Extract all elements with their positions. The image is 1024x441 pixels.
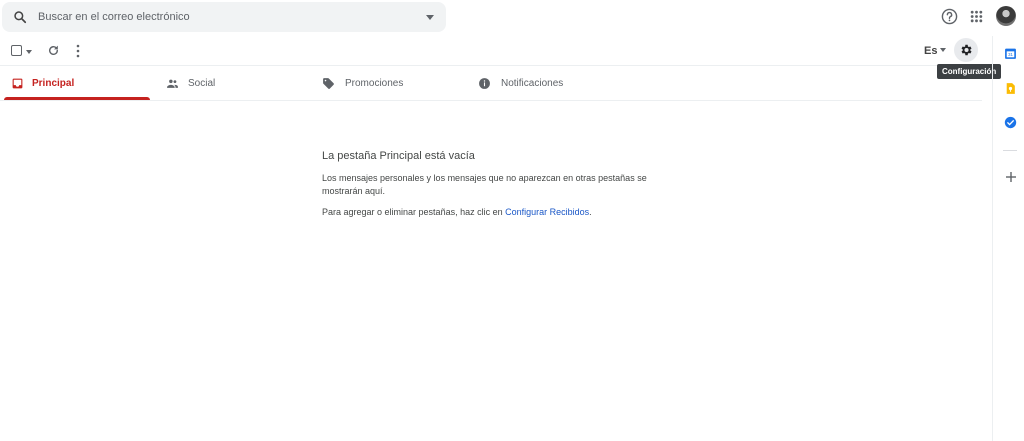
- top-bar: Buscar en el correo electrónico: [0, 0, 1024, 35]
- config-hint-text: Para agregar o eliminar pestañas, haz cl…: [322, 207, 506, 217]
- calendar-icon[interactable]: 31: [1004, 47, 1017, 60]
- inbox-icon: [12, 78, 23, 89]
- tab-label: Social: [188, 78, 216, 89]
- settings-button[interactable]: [954, 38, 978, 62]
- search-input[interactable]: Buscar en el correo electrónico: [38, 11, 190, 23]
- help-icon[interactable]: [941, 8, 958, 25]
- tab-label: Notificaciones: [501, 78, 564, 89]
- search-options-icon[interactable]: [426, 15, 434, 20]
- search-bar[interactable]: Buscar en el correo electrónico: [2, 2, 446, 32]
- people-icon: [167, 79, 178, 88]
- tab-notificaciones[interactable]: Notificaciones: [467, 66, 617, 101]
- keep-icon[interactable]: [1004, 82, 1017, 95]
- empty-inbox-message: La pestaña Principal está vacía Los mens…: [322, 150, 652, 217]
- info-icon: [479, 78, 490, 89]
- tab-label: Principal: [32, 78, 75, 89]
- configure-inbox-link[interactable]: Configurar Recibidos: [505, 207, 589, 217]
- select-options-icon[interactable]: [26, 50, 32, 54]
- side-panel: 31: [992, 36, 1024, 441]
- account-avatar[interactable]: [996, 6, 1016, 26]
- active-tab-indicator: [4, 97, 150, 100]
- rail-divider: [1003, 150, 1017, 151]
- tab-label: Promociones: [345, 78, 404, 89]
- tab-promociones[interactable]: Promociones: [311, 66, 461, 101]
- apps-grid-icon[interactable]: [970, 10, 983, 23]
- search-icon[interactable]: [13, 10, 27, 24]
- config-hint-end: .: [589, 207, 592, 217]
- empty-state-config-hint: Para agregar o eliminar pestañas, haz cl…: [322, 207, 652, 217]
- tasks-icon[interactable]: [1004, 116, 1017, 129]
- tab-social[interactable]: Social: [155, 66, 305, 101]
- refresh-icon[interactable]: [47, 44, 60, 57]
- empty-state-description: Los mensajes personales y los mensajes q…: [322, 173, 647, 196]
- tag-icon: [323, 78, 334, 89]
- language-caret-icon[interactable]: [940, 48, 946, 52]
- mail-toolbar: Es: [0, 36, 992, 66]
- svg-text:31: 31: [1008, 52, 1013, 57]
- select-all-checkbox[interactable]: [11, 45, 22, 56]
- input-language-selector[interactable]: Es: [924, 45, 937, 57]
- gear-icon: [961, 44, 972, 56]
- category-tabs: Principal Social Promociones Notificacio…: [0, 66, 982, 101]
- more-options-icon[interactable]: [74, 44, 82, 58]
- empty-state-title: La pestaña Principal está vacía: [322, 150, 475, 162]
- add-icon[interactable]: [1005, 171, 1017, 183]
- tab-principal[interactable]: Principal: [0, 66, 150, 101]
